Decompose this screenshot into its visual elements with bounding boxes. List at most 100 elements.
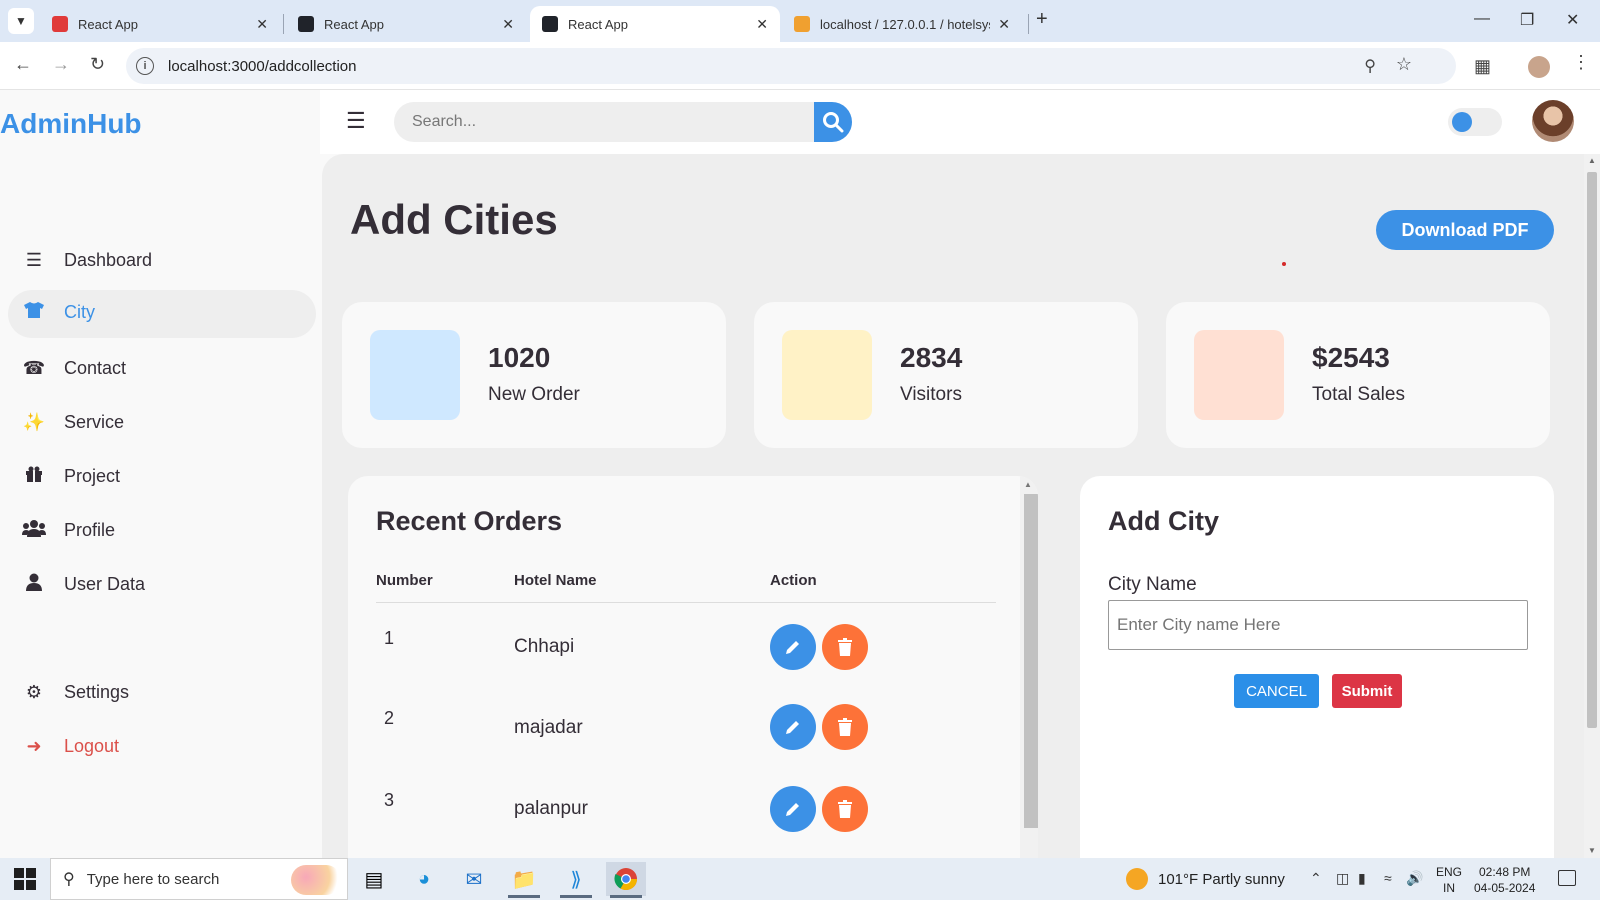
taskbar-search-text: Type here to search [86, 870, 220, 888]
edge-icon[interactable]: ◕ [404, 862, 444, 896]
orders-scrollbar-thumb[interactable] [1024, 494, 1038, 828]
brand-logo[interactable]: AdminHub [0, 108, 142, 140]
sidebar-item-project[interactable]: Project [0, 452, 320, 500]
minimize-icon[interactable]: — [1474, 10, 1490, 28]
weather-widget[interactable]: 101°F Partly sunny [1126, 868, 1285, 890]
city-name-input[interactable]: Enter City name Here [1108, 600, 1528, 650]
wifi-icon[interactable]: ≈ [1384, 870, 1392, 886]
stat-card-visitors: 2834 Visitors [754, 302, 1138, 448]
column-header-hotel-name: Hotel Name [514, 572, 597, 589]
sidebar-item-label: Dashboard [64, 249, 153, 270]
extensions-icon[interactable]: ▦ [1474, 56, 1491, 77]
sidebar-item-label: Contact [64, 357, 127, 378]
page-scrollbar[interactable]: ▲ ▼ [1584, 154, 1600, 858]
file-explorer-icon[interactable]: 📁 [504, 862, 544, 898]
close-icon[interactable]: ✕ [256, 16, 268, 33]
browser-tab[interactable]: localhost / 127.0.0.1 / hotelsyst ✕ [782, 6, 1022, 42]
trash-icon [838, 638, 852, 656]
cancel-button[interactable]: CANCEL [1234, 674, 1319, 708]
dark-mode-switch[interactable] [1448, 108, 1502, 136]
browser-profile-avatar[interactable] [1528, 56, 1550, 78]
sidebar-item-city[interactable]: City [0, 288, 320, 338]
tray-overflow-icon[interactable]: ⌃ [1310, 870, 1322, 887]
browser-menu-icon[interactable]: ⋮ [1572, 52, 1590, 73]
sidebar-item-label: Logout [64, 735, 120, 756]
zoom-icon[interactable]: ⚲ [1364, 56, 1376, 76]
site-info-icon[interactable]: i [136, 57, 154, 75]
new-tab-button[interactable]: + [1036, 8, 1048, 31]
forward-icon[interactable]: → [52, 54, 70, 75]
row-number: 3 [384, 790, 395, 810]
close-icon[interactable]: ✕ [756, 16, 768, 33]
red-dot [1282, 262, 1286, 266]
browser-tab[interactable]: React App ✕ [286, 6, 526, 42]
delete-button[interactable] [822, 624, 868, 670]
menu-toggle-icon[interactable]: ☰ [346, 108, 366, 134]
sidebar-item-logout[interactable]: ➜ Logout [0, 722, 320, 770]
weather-sun-icon [1126, 868, 1148, 890]
download-pdf-button[interactable]: Download PDF [1376, 210, 1554, 250]
sidebar-item-contact[interactable]: ☎ Contact [0, 344, 320, 392]
scroll-up-arrow[interactable]: ▲ [1588, 156, 1596, 165]
stat-value: 1020 [488, 342, 551, 373]
vscode-icon[interactable]: ⟫ [556, 862, 596, 898]
stat-value: 2834 [900, 342, 963, 373]
back-icon[interactable]: ← [14, 54, 32, 75]
user-icon [22, 573, 46, 596]
notification-icon[interactable] [1558, 870, 1576, 886]
stat-value: $2543 [1312, 342, 1390, 373]
url-text[interactable]: localhost:3000/addcollection [168, 58, 356, 75]
avatar[interactable] [1532, 100, 1574, 142]
submit-button[interactable]: Submit [1332, 674, 1402, 708]
window-close-icon[interactable]: ✕ [1566, 10, 1579, 30]
chrome-icon[interactable] [606, 862, 646, 898]
battery-icon[interactable]: ▮ [1358, 870, 1366, 887]
search-button[interactable] [814, 102, 852, 142]
reload-icon[interactable]: ↻ [90, 54, 105, 75]
scroll-down-arrow[interactable]: ▼ [1588, 846, 1596, 855]
scroll-up-arrow[interactable]: ▲ [1024, 480, 1032, 489]
top-navbar: ☰ Search... [320, 90, 1600, 154]
taskbar-search-box[interactable]: ⚲ Type here to search [50, 858, 348, 900]
pencil-icon [786, 721, 799, 734]
close-icon[interactable]: ✕ [502, 16, 514, 33]
close-icon[interactable]: ✕ [998, 16, 1010, 33]
clock[interactable]: 02:48 PM 04-05-2024 [1474, 864, 1535, 896]
edit-button[interactable] [770, 704, 816, 750]
sidebar-item-settings[interactable]: ⚙ Settings [0, 668, 320, 716]
mail-icon[interactable]: ✉ [454, 862, 494, 896]
task-view-icon[interactable]: ▤ [354, 862, 394, 896]
row-number: 1 [384, 628, 395, 648]
device-icon[interactable]: ◫ [1336, 870, 1349, 887]
edit-button[interactable] [770, 624, 816, 670]
browser-tab[interactable]: React App ✕ [40, 6, 280, 42]
edit-button[interactable] [770, 786, 816, 832]
stat-icon-box [782, 330, 872, 420]
sidebar-item-label: City [64, 301, 95, 322]
delete-button[interactable] [822, 786, 868, 832]
shirt-icon [22, 301, 46, 324]
restore-icon[interactable]: ❐ [1520, 10, 1534, 30]
browser-tab-active[interactable]: React App ✕ [530, 6, 780, 42]
gift-icon [22, 465, 46, 488]
search-placeholder: Search... [412, 113, 477, 130]
volume-icon[interactable]: 🔊 [1406, 870, 1423, 887]
language-indicator[interactable]: ENG IN [1436, 864, 1462, 896]
bookmark-star-icon[interactable]: ☆ [1396, 54, 1412, 75]
sidebar-item-profile[interactable]: Profile [0, 506, 320, 554]
search-input[interactable]: Search... [394, 102, 814, 142]
list-icon: ☰ [25, 249, 43, 270]
tab-search-button[interactable]: ▼ [8, 8, 34, 34]
main-content: Add Cities Download PDF 1020 New Order 2… [322, 154, 1592, 858]
page-scrollbar-thumb[interactable] [1587, 172, 1597, 728]
tab-title: localhost / 127.0.0.1 / hotelsyst [820, 16, 991, 32]
sidebar-item-service[interactable]: ✨ Service [0, 398, 320, 446]
delete-button[interactable] [822, 704, 868, 750]
windows-start-icon[interactable] [14, 868, 36, 890]
weather-text: 101°F Partly sunny [1158, 870, 1285, 888]
city-name-label: City Name [1108, 574, 1197, 595]
sidebar-item-user-data[interactable]: User Data [0, 560, 320, 608]
sidebar-item-dashboard[interactable]: ☰ Dashboard [0, 236, 320, 284]
url-field[interactable]: i localhost:3000/addcollection ⚲ ☆ [126, 48, 1456, 84]
row-hotel-name: majadar [514, 717, 583, 738]
